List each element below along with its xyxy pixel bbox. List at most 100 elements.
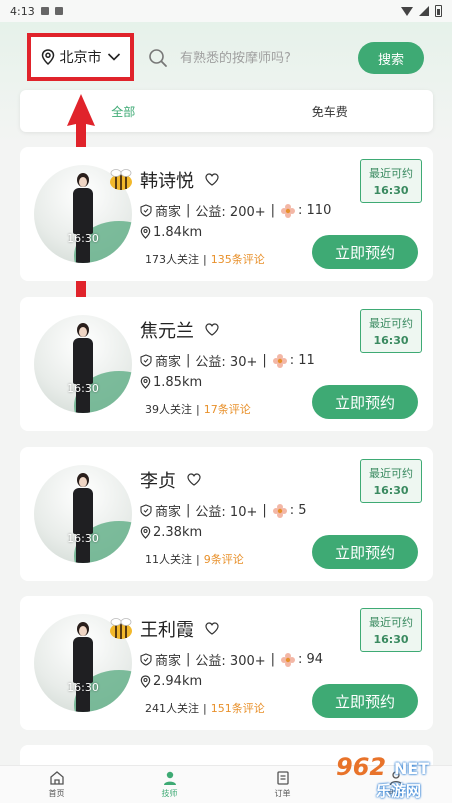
flower-count: : 110 [298,203,332,218]
nav-home-label: 首页 [48,789,65,798]
comments-count[interactable]: 9条评论 [204,551,244,567]
book-now-button[interactable]: 立即预约 [312,684,418,718]
meta-row: 11人关注 | 9条评论 [145,551,244,567]
book-now-button[interactable]: 立即预约 [312,385,418,419]
chevron-down-icon [107,53,120,61]
separator: | [186,503,191,518]
therapist-card[interactable]: 16:30 李贞 商家 | 公益: 10+ |: 5 2.38km 11人关注… [20,447,433,581]
flower-count: : 5 [289,503,307,518]
status-time: 4:13 [10,4,35,18]
location-pin-icon [140,526,151,539]
recent-label: 最近可约 [369,616,413,629]
city-name: 北京市 [59,50,102,66]
therapist-photo[interactable]: 16:30 [34,465,132,563]
recent-time: 16:30 [373,184,409,197]
recent-label: 最近可约 [369,317,413,330]
heart-icon[interactable] [205,173,219,186]
flower-icon [281,203,296,218]
avatar-time: 16:30 [67,382,99,395]
distance-row: 1.85km [140,375,202,390]
therapist-icon [163,771,176,785]
meta-row: 241人关注 | 151条评论 [145,700,265,716]
separator: | [203,252,207,266]
separator: | [186,203,191,218]
nav-therapist-label: 技师 [161,789,178,798]
distance: 1.84km [153,225,203,240]
merchant-type: 商家 [155,205,182,220]
signal-icon [419,6,429,16]
recent-time: 16:30 [373,334,409,347]
nav-orders-label: 订单 [274,789,291,798]
separator: | [203,701,207,715]
watermark-logo: 962 NET 乐游网 [336,753,450,801]
separator: | [270,203,276,218]
heart-icon[interactable] [187,473,201,486]
notification-icon [40,7,49,15]
merchant-type: 商家 [155,654,182,669]
recent-time: 16:30 [373,484,409,497]
separator: | [270,652,276,667]
search-button[interactable]: 搜索 [358,42,424,74]
search-input[interactable] [180,50,340,66]
location-pin-icon [140,226,151,239]
heart-icon[interactable] [205,323,219,336]
book-now-button[interactable]: 立即预约 [312,235,418,269]
separator: | [186,353,191,368]
location-pin-icon [41,49,54,65]
nav-home[interactable]: 首页 [0,766,113,803]
flower-icon [281,652,296,667]
followers-count: 11人关注 [145,553,192,566]
info-row: 商家 | 公益: 200+ | : 110 [140,201,331,220]
avatar-time: 16:30 [67,681,99,694]
shield-icon [140,204,152,217]
tab-free-fare[interactable]: 免车费 [227,90,434,132]
recent-available-badge: 最近可约 16:30 [360,459,422,503]
bee-badge-icon [110,169,132,190]
tab-all[interactable]: 全部 [20,90,227,132]
separator: | [196,552,200,566]
nav-orders[interactable]: 订单 [226,766,339,803]
welfare-count: 公益: 10+ [195,505,258,520]
orders-icon [276,771,289,785]
distance: 2.94km [153,674,203,689]
location-pin-icon [140,675,151,688]
welfare-count: 公益: 200+ [195,205,266,220]
distance-row: 2.38km [140,525,202,540]
therapist-name: 韩诗悦 [140,171,194,192]
distance: 1.85km [153,375,203,390]
home-icon [49,771,64,785]
merchant-type: 商家 [155,355,182,370]
comments-count[interactable]: 135条评论 [211,251,265,267]
therapist-card[interactable]: 16:30 焦元兰 商家 | 公益: 30+ |: 11 1.85km 39人… [20,297,433,431]
recent-label: 最近可约 [369,167,413,180]
distance: 2.38km [153,525,203,540]
book-now-button[interactable]: 立即预约 [312,535,418,569]
therapist-figure [70,323,96,413]
merchant-type: 商家 [155,505,182,520]
flower-icon [272,503,287,518]
distance-row: 2.94km [140,674,202,689]
therapist-photo[interactable]: 16:30 [34,315,132,413]
search-bar: 搜索 [140,39,430,77]
therapist-card[interactable]: 16:30 韩诗悦 商家 | 公益: 200+ |: 110 1.84km 1… [20,147,433,281]
info-row: 商家 | 公益: 10+ | : 5 [140,501,307,520]
distance-row: 1.84km [140,225,202,240]
avatar-time: 16:30 [67,232,99,245]
meta-row: 39人关注 | 17条评论 [145,401,251,417]
comments-count[interactable]: 17条评论 [204,401,251,417]
meta-row: 173人关注 | 135条评论 [145,251,265,267]
welfare-count: 公益: 30+ [195,355,258,370]
shield-icon [140,653,152,666]
therapist-card[interactable]: 16:30 王利霞 商家 | 公益: 300+ |: 94 2.94km 24… [20,596,433,730]
heart-icon[interactable] [205,622,219,635]
nav-therapist[interactable]: 技师 [113,766,226,803]
watermark-962: 962 [336,753,387,781]
bee-badge-icon [110,618,132,639]
therapist-name: 李贞 [140,471,176,492]
separator: | [186,652,191,667]
wifi-icon [401,6,413,16]
comments-count[interactable]: 151条评论 [211,700,265,716]
status-bar: 4:13 [0,0,452,22]
city-selector[interactable]: 北京市 [27,33,134,81]
separator: | [262,503,267,518]
